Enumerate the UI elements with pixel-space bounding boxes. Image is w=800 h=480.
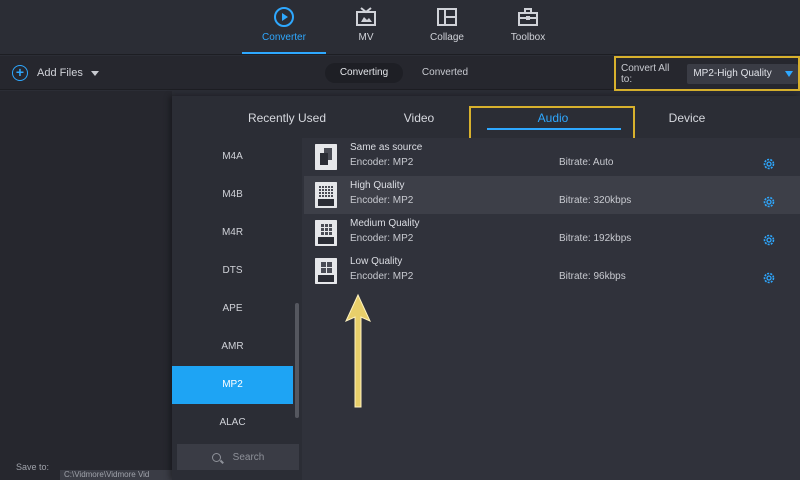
collage-icon (437, 8, 457, 26)
high-quality-icon (315, 182, 337, 208)
convert-all-label: Convert All to: (621, 62, 670, 85)
category-m4b[interactable]: M4B (172, 176, 293, 214)
category-mp2[interactable]: MP2 (172, 366, 293, 404)
add-files-button[interactable]: + Add Files (12, 64, 99, 82)
save-to-text: Save to: (16, 462, 50, 472)
chevron-down-icon[interactable] (90, 70, 99, 76)
format-panel: Recently Used Video Audio Device M4A M4B… (172, 96, 800, 480)
category-m4r[interactable]: M4R (172, 214, 293, 252)
file-list-area (0, 91, 172, 480)
low-quality-icon (315, 258, 337, 284)
category-alac[interactable]: ALAC (172, 404, 293, 442)
gear-icon[interactable] (762, 195, 776, 209)
preset-bitrate: Bitrate: 96kbps (559, 271, 626, 282)
tab-converting[interactable]: Converting (325, 63, 403, 83)
nav-mv-label: MV (358, 32, 374, 43)
preset-encoder: Encoder: MP2 (350, 195, 414, 206)
nav-collage[interactable]: Collage (407, 6, 487, 52)
tab-recently-used[interactable]: Recently Used (232, 96, 342, 138)
preset-name: High Quality (350, 180, 405, 191)
category-m4a[interactable]: M4A (172, 138, 293, 176)
preset-encoder: Encoder: MP2 (350, 233, 414, 244)
tab-device[interactable]: Device (652, 96, 722, 138)
converter-icon (274, 7, 294, 27)
preset-bitrate: Bitrate: 320kbps (559, 195, 632, 206)
preset-medium-quality[interactable]: Medium Quality Encoder: MP2 Bitrate: 192… (304, 214, 800, 252)
preset-bitrate: Bitrate: 192kbps (559, 233, 632, 244)
gear-icon[interactable] (762, 157, 776, 171)
category-amr[interactable]: AMR (172, 328, 293, 366)
preset-low-quality[interactable]: Low Quality Encoder: MP2 Bitrate: 96kbps (304, 252, 800, 290)
preset-encoder: Encoder: MP2 (350, 157, 414, 168)
medium-quality-icon (315, 220, 337, 246)
add-files-label: Add Files (37, 67, 83, 79)
app-window: Converter MV Collage Toolbox + Add Files… (0, 0, 800, 480)
toolbar: + Add Files Converting Converted Convert… (0, 56, 800, 91)
plus-icon: + (12, 65, 28, 81)
search-icon (211, 452, 221, 462)
preset-same-as-source[interactable]: Same as source Encoder: MP2 Bitrate: Aut… (304, 138, 800, 176)
active-tab-underline (242, 52, 326, 54)
nav-toolbox[interactable]: Toolbox (488, 6, 568, 52)
search-placeholder: Search (232, 451, 265, 463)
preset-list: Same as source Encoder: MP2 Bitrate: Aut… (304, 138, 800, 480)
dropdown-arrow-icon (785, 70, 793, 77)
category-ape[interactable]: APE (172, 290, 293, 328)
category-list: M4A M4B M4R DTS APE AMR MP2 ALAC Search (172, 138, 302, 480)
convert-all-value: MP2-High Quality (693, 67, 772, 79)
top-nav: Converter MV Collage Toolbox (0, 0, 800, 55)
convert-all-highlight: Convert All to: MP2-High Quality (614, 56, 800, 91)
preset-bitrate: Bitrate: Auto (559, 157, 614, 168)
annotation-arrow-icon (344, 293, 372, 408)
nav-toolbox-label: Toolbox (510, 32, 546, 43)
category-dts[interactable]: DTS (172, 252, 293, 290)
preset-encoder: Encoder: MP2 (350, 271, 414, 282)
toolbox-icon (518, 8, 538, 26)
gear-icon[interactable] (762, 233, 776, 247)
preset-name: Same as source (350, 142, 423, 153)
preset-high-quality[interactable]: High Quality Encoder: MP2 Bitrate: 320kb… (304, 176, 800, 214)
category-scrollbar[interactable] (295, 303, 299, 418)
nav-mv[interactable]: MV (326, 6, 406, 52)
preset-name: Low Quality (350, 256, 403, 267)
format-tabs: Recently Used Video Audio Device (172, 96, 800, 140)
nav-converter[interactable]: Converter (242, 6, 326, 54)
same-as-source-icon (315, 144, 337, 170)
nav-converter-label: Converter (262, 32, 306, 43)
preset-name: Medium Quality (350, 218, 420, 229)
convert-all-select[interactable]: MP2-High Quality (687, 63, 798, 84)
mv-icon (356, 7, 376, 26)
gear-icon[interactable] (762, 271, 776, 285)
tab-video[interactable]: Video (384, 96, 454, 138)
tab-converted[interactable]: Converted (410, 63, 480, 83)
search-input[interactable]: Search (177, 444, 299, 470)
save-path-field[interactable]: C:\Vidmore\Vidmore Vid (60, 470, 172, 480)
nav-collage-label: Collage (430, 32, 464, 43)
audio-tab-highlight (469, 106, 635, 140)
